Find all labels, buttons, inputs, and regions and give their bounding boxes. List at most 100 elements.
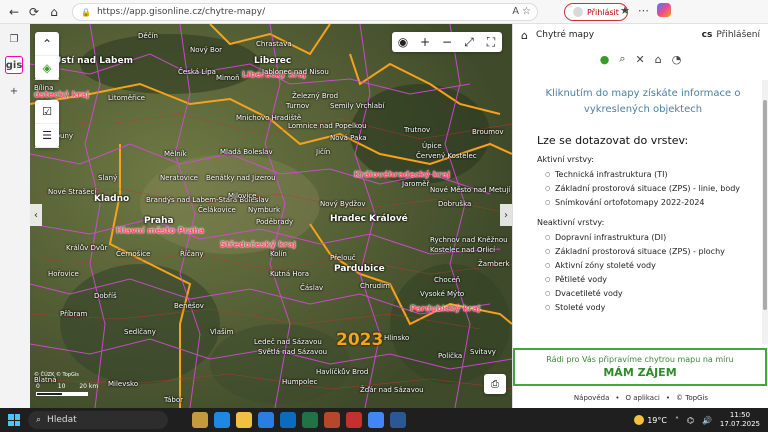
search-icon[interactable]: ⌕ [619, 52, 625, 66]
windows-start-icon[interactable] [0, 408, 28, 432]
login-link[interactable]: Přihlášení [716, 30, 760, 40]
language-switch[interactable]: cs [702, 30, 713, 40]
map-region-label: Pardubický kraj [410, 304, 481, 313]
scrollbar-thumb[interactable] [763, 100, 767, 310]
store-icon[interactable] [258, 412, 274, 428]
map-place-label: Neratovice [160, 174, 198, 182]
home-icon[interactable]: ⌂ [521, 29, 528, 42]
pan-right-icon[interactable]: › [500, 204, 512, 226]
map-place-label: Mladá Boleslav [220, 148, 273, 156]
file-explorer-icon[interactable] [236, 412, 252, 428]
reader-icon[interactable]: A [512, 6, 519, 17]
taskbar-apps [192, 412, 406, 428]
checklist-icon[interactable]: ☑ [35, 100, 59, 124]
legend-icon[interactable]: ☰ [35, 124, 59, 148]
map-place-label: Jablonec nad Nisou [262, 68, 329, 76]
network-icon[interactable]: ⌬ [687, 416, 694, 425]
powerpoint-icon[interactable] [324, 412, 340, 428]
measure-icon[interactable]: ✕ [635, 53, 644, 66]
profile-login-label: Přihlásit [587, 7, 619, 17]
copyright-link[interactable]: © TopGis [676, 394, 708, 402]
system-tray: 19°C ˄ ⌬ 🔊 11:50 17.07.2025 [634, 411, 768, 429]
locate-icon[interactable]: ◉ [392, 32, 414, 52]
pdf-icon[interactable] [346, 412, 362, 428]
query-heading: Lze se dotazovat do vrstev: [537, 134, 689, 147]
tabs-icon[interactable]: ❐ [5, 30, 23, 48]
map-place-label: Milevsko [108, 380, 139, 388]
map-place-label: Polička [438, 352, 463, 360]
map-place-label: Milovice [228, 192, 257, 200]
help-link[interactable]: Nápověda [574, 394, 609, 402]
map-place-label: Pardubice [334, 264, 385, 274]
map-canvas[interactable]: Děčín Ústí nad Labem Nový Bor Chrastava Libe… [30, 24, 512, 408]
about-link[interactable]: O aplikaci [626, 394, 660, 402]
map-place-label: Ledeč nad Sázavou [254, 338, 322, 346]
map-place-label: Přelouč [330, 254, 356, 262]
edge-icon[interactable] [214, 412, 230, 428]
excel-icon[interactable] [302, 412, 318, 428]
map-place-label: Hořovice [48, 270, 79, 278]
add-icon[interactable]: + [5, 82, 23, 100]
draw-icon[interactable]: ⌂ [655, 53, 662, 66]
map-place-label: Litoměřice [108, 94, 145, 102]
list-item: Snímkování ortofotomapy 2022-2024 [545, 196, 749, 210]
address-bar[interactable]: 🔒 https://app.gisonline.cz/chytre-mapy/ … [72, 3, 538, 21]
map-attribution: © ČÚZK © TopGis [34, 372, 79, 378]
map-place-label: Hlinsko [384, 334, 410, 342]
side-panel: ⌂ Chytré mapy cs Přihlášení ● ⌕ ✕ ⌂ ◔ Kl… [512, 24, 768, 408]
layers-icon[interactable]: ◈ [35, 56, 59, 80]
profile-login-button[interactable]: Přihlásit [564, 3, 628, 21]
gauge-icon[interactable]: ◔ [672, 53, 682, 66]
collapse-icon[interactable]: ⌃ [35, 32, 59, 56]
task-view-icon[interactable] [192, 412, 208, 428]
gis-tab[interactable]: gis [5, 56, 23, 74]
clock[interactable]: 11:50 17.07.2025 [720, 411, 760, 429]
map-place-label: Nový Bor [190, 46, 222, 54]
map-place-label: Svitavy [470, 348, 496, 356]
favorite-icon[interactable]: ☆ [522, 6, 531, 17]
outlook-icon[interactable] [280, 412, 296, 428]
volume-icon[interactable]: 🔊 [702, 416, 712, 425]
info-pin-icon[interactable]: ● [600, 53, 610, 66]
map-tools-left: ⌃ ◈ [35, 32, 59, 80]
map-place-label: Dobříš [94, 292, 117, 300]
map-place-label: Červený Kostelec [416, 152, 477, 160]
pan-left-icon[interactable]: ‹ [30, 204, 42, 226]
promo-cta-button[interactable]: MÁM ZÁJEM [603, 366, 676, 379]
map-place-label: Turnov [286, 102, 310, 110]
panel-scrollbar[interactable] [762, 80, 768, 344]
zoom-out-icon[interactable]: − [436, 32, 458, 52]
reload-icon[interactable]: ⟳ [24, 2, 44, 22]
copilot-icon[interactable] [656, 3, 671, 17]
map-place-label: Slaný [98, 174, 118, 182]
fit-extent-icon[interactable]: ⤢ [458, 32, 480, 52]
settings-more-icon[interactable]: ⋯ [638, 4, 649, 17]
map-place-label: Úpice [422, 142, 442, 150]
map-place-label: Rychnov nad Kněžnou [430, 236, 508, 244]
word-icon[interactable] [390, 412, 406, 428]
footer-separator: • [665, 394, 671, 402]
map-place-label: Kutná Hora [270, 270, 310, 278]
list-item: Dopravní infrastruktura (DI) [545, 231, 749, 245]
promo-banner[interactable]: Rádi pro Vás připravíme chytrou mapu na … [513, 348, 767, 386]
map-region-label: ústecký kraj [34, 90, 90, 99]
active-layers-list: Technická infrastruktura (TI) Základní p… [537, 168, 749, 210]
zoom-in-icon[interactable]: + [414, 32, 436, 52]
panel-header: ⌂ Chytré mapy cs Přihlášení [513, 24, 768, 46]
chrome-icon[interactable] [368, 412, 384, 428]
weather-widget[interactable]: 19°C [634, 415, 667, 425]
taskbar-search[interactable]: ⌕ Hledat [28, 411, 168, 429]
favorites-icon[interactable]: ★ [620, 4, 630, 17]
map-place-label: Benátky nad Jizerou [206, 174, 276, 182]
fullscreen-icon[interactable]: ⛶ [480, 32, 502, 52]
lock-icon: 🔒 [81, 7, 91, 17]
map-place-label: Trutnov [404, 126, 431, 134]
map-place-label: Čáslav [300, 284, 324, 292]
back-icon[interactable]: ← [4, 2, 24, 22]
print-icon[interactable]: ⎙ [484, 374, 506, 394]
map-place-label: Žďár nad Sázavou [360, 386, 424, 394]
map-place-label: Dobruška [438, 200, 472, 208]
home-icon[interactable]: ⌂ [44, 2, 64, 22]
map-place-label: Nová Paka [330, 134, 367, 142]
tray-chevron-icon[interactable]: ˄ [675, 416, 679, 425]
